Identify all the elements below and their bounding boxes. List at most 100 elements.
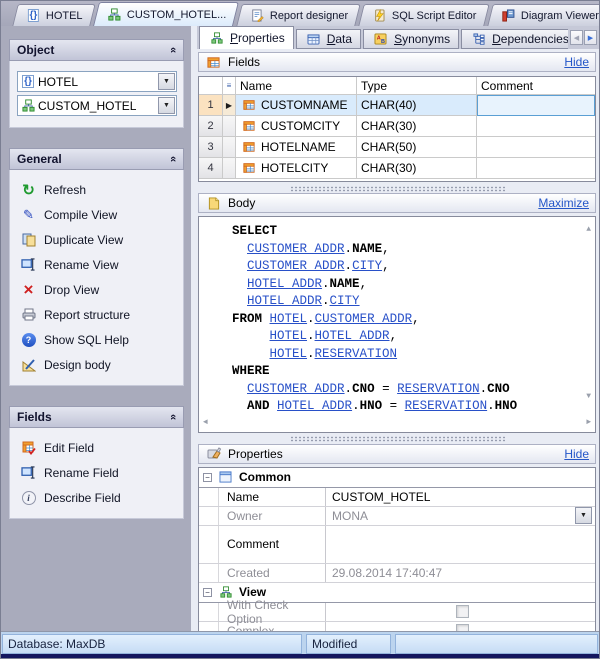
sql-token: HOTEL_ADDR <box>247 277 322 291</box>
view-icon <box>106 7 123 23</box>
sql-token: CUSTOMER_ADDR <box>247 242 345 256</box>
table-row[interactable]: 3 HOTELNAME CHAR(50) <box>199 137 595 158</box>
sidebar-item-refresh[interactable]: ↻ Refresh <box>15 177 179 202</box>
sidebar-item-show-sql-help[interactable]: ? Show SQL Help <box>15 327 179 352</box>
col-comment-header[interactable]: Comment <box>477 77 595 95</box>
fields-panel-header: Fields Hide <box>198 52 596 72</box>
main-tab-scroll-right[interactable]: ▶ <box>584 30 597 45</box>
sql-token <box>262 312 270 326</box>
collapse-chevron-icon[interactable]: « <box>167 414 179 420</box>
status-modified: Modified <box>306 634 391 654</box>
prop-row-comment[interactable]: Comment <box>199 526 595 564</box>
sql-token: = <box>382 399 405 413</box>
prop-row-created[interactable]: Created 29.08.2014 17:40:47 <box>199 564 595 583</box>
fields-body-splitter[interactable] <box>198 184 596 193</box>
fields-table: ≡ Name Type Comment 1 ▶ CUSTOMNAME CHAR(… <box>198 76 596 182</box>
prop-row-owner[interactable]: Owner MONA ▼ <box>199 507 595 526</box>
sql-token <box>232 347 270 361</box>
general-group-header[interactable]: General « <box>9 148 184 170</box>
scroll-up-icon[interactable]: ▲ <box>586 221 591 239</box>
collapse-minus-icon[interactable]: − <box>203 588 212 597</box>
app-window: {} HOTEL CUSTOM_HOTEL... Report designer… <box>0 0 600 659</box>
object-select-arrow[interactable]: ▼ <box>158 73 175 90</box>
table-row[interactable]: 2 CUSTOMCITY CHAR(30) <box>199 116 595 137</box>
properties-hide-link[interactable]: Hide <box>564 447 589 461</box>
sidebar-item-report-structure[interactable]: Report structure <box>15 302 179 327</box>
record-marker-icon: ▶ <box>223 95 236 116</box>
table-row[interactable]: 1 ▶ CUSTOMNAME CHAR(40) <box>199 95 595 116</box>
body-doc-icon <box>205 195 222 211</box>
view-select[interactable]: CUSTOM_HOTEL ▼ <box>17 95 177 116</box>
prop-row-check-option[interactable]: With Check Option <box>199 603 595 622</box>
tab-dependencies[interactable]: Dependencies <box>461 29 568 49</box>
sidebar-item-drop-view[interactable]: × Drop View <box>15 277 179 302</box>
tab-custom-hotel[interactable]: CUSTOM_HOTEL... <box>93 2 239 26</box>
tab-sql-script-editor[interactable]: SQL Script Editor <box>359 4 490 26</box>
sql-token: HOTEL <box>270 329 308 343</box>
object-group-header[interactable]: Object « <box>9 39 184 61</box>
sql-token: , <box>382 242 390 256</box>
owner-dropdown-button[interactable]: ▼ <box>575 507 592 524</box>
sidebar-item-describe-field[interactable]: i Describe Field <box>15 485 179 510</box>
sidebar-item-design-body[interactable]: Design body <box>15 352 179 377</box>
sql-token <box>232 382 247 396</box>
body-panel-header: Body Maximize <box>198 193 596 213</box>
sql-token: , <box>390 329 398 343</box>
body-props-splitter[interactable] <box>198 435 596 444</box>
prop-row-name[interactable]: Name CUSTOM_HOTEL <box>199 488 595 507</box>
tab-report-designer[interactable]: Report designer <box>236 4 361 26</box>
collapse-minus-icon[interactable]: − <box>203 473 212 482</box>
sql-token: RESERVATION <box>315 347 398 361</box>
horizontal-scrollbar[interactable]: ◄ ► <box>203 417 591 429</box>
main-tab-scroll-left[interactable]: ◀ <box>570 30 583 45</box>
data-grid-icon <box>305 31 322 47</box>
tab-data[interactable]: Data <box>296 29 361 49</box>
scroll-left-icon[interactable]: ◄ <box>203 414 208 432</box>
sidebar-item-rename-view[interactable]: Rename View <box>15 252 179 277</box>
sql-editor[interactable]: SELECT CUSTOMER_ADDR.NAME, CUSTOMER_ADDR… <box>198 216 596 433</box>
sql-token: CITY <box>352 259 382 273</box>
sql-token: . <box>345 259 353 273</box>
fields-group-header[interactable]: Fields « <box>9 406 184 428</box>
collapse-chevron-icon[interactable]: « <box>167 156 179 162</box>
fields-table-header: ≡ Name Type Comment <box>199 77 595 95</box>
scroll-right-icon[interactable]: ► <box>586 414 591 432</box>
compile-icon: ✎ <box>20 207 37 223</box>
sql-line: HOTEL.RESERVATION <box>232 346 577 364</box>
fields-hide-link[interactable]: Hide <box>564 55 589 69</box>
scroll-down-icon[interactable]: ▼ <box>586 388 591 406</box>
sql-token: . <box>352 399 360 413</box>
rename-icon <box>20 257 37 273</box>
view-select-arrow[interactable]: ▼ <box>158 97 175 114</box>
tab-synonyms[interactable]: AB Synonyms <box>363 29 459 49</box>
body-maximize-link[interactable]: Maximize <box>538 196 589 210</box>
grid-menu-icon[interactable]: ≡ <box>223 77 236 95</box>
field-icon <box>240 118 257 134</box>
sidebar-item-duplicate-view[interactable]: Duplicate View <box>15 227 179 252</box>
status-extra <box>395 634 598 654</box>
tab-diagram-viewer[interactable]: Diagram Viewer <box>487 4 600 26</box>
sql-token <box>232 277 247 291</box>
table-row[interactable]: 4 HOTELCITY CHAR(30) <box>199 158 595 179</box>
sql-token: CNO <box>487 382 510 396</box>
window-icon <box>217 469 234 485</box>
main-area: Properties Data AB Synonyms <box>197 26 599 631</box>
sidebar-item-edit-field[interactable]: Edit Field <box>15 435 179 460</box>
tab-properties[interactable]: Properties <box>199 26 294 49</box>
sidebar-item-rename-field[interactable]: Rename Field <box>15 460 179 485</box>
with-check-option-checkbox[interactable] <box>456 605 469 618</box>
tab-hotel[interactable]: {} HOTEL <box>12 4 95 26</box>
general-group-body: ↻ Refresh ✎ Compile View Duplicate View … <box>9 170 184 386</box>
view-icon <box>18 99 38 112</box>
window-bottom-edge <box>1 654 599 658</box>
sql-token: = <box>375 382 398 396</box>
field-icon <box>240 139 257 155</box>
sidebar-item-compile-view[interactable]: ✎ Compile View <box>15 202 179 227</box>
collapse-chevron-icon[interactable]: « <box>167 47 179 53</box>
sql-line: WHERE <box>232 363 577 381</box>
sql-token <box>232 329 270 343</box>
col-name-header[interactable]: Name <box>236 77 357 95</box>
common-group-row[interactable]: − Common <box>199 468 595 488</box>
col-type-header[interactable]: Type <box>357 77 477 95</box>
object-select[interactable]: {} HOTEL ▼ <box>17 71 177 92</box>
